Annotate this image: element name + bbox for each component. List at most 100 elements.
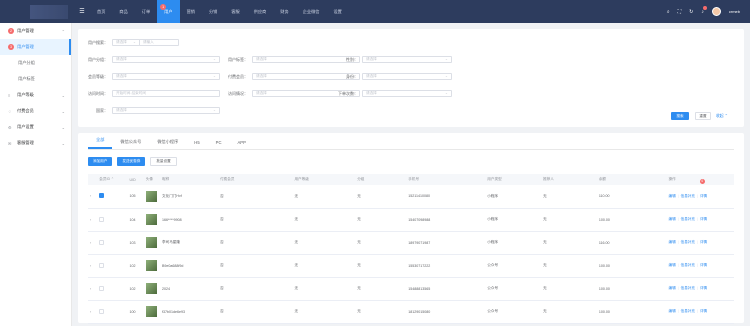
sidebar-item-0-2[interactable]: 用户标签: [0, 71, 71, 87]
info-link[interactable]: 信息补充: [681, 240, 695, 244]
nav-item-0[interactable]: 首页: [90, 0, 112, 23]
search-icon[interactable]: ⌕: [667, 9, 670, 15]
row-checkbox[interactable]: [99, 193, 105, 199]
avatar: [145, 214, 157, 225]
avatar[interactable]: [711, 7, 721, 16]
notification-icon[interactable]: ♪: [701, 5, 707, 15]
info-link[interactable]: 信息补充: [681, 217, 695, 221]
action-button-2[interactable]: 批量设置: [150, 157, 177, 166]
name-cell: B9e0a688f9d: [160, 254, 219, 278]
sidebar-group-0[interactable]: 2 用户管理 ⌃: [0, 23, 71, 39]
edit-link[interactable]: 编辑: [669, 194, 676, 198]
tab-5[interactable]: APP: [229, 140, 253, 149]
collapse-link[interactable]: 收起 ⌃: [716, 113, 728, 119]
expand-icon[interactable]: ›: [88, 254, 98, 278]
ref-cell: 无: [541, 208, 597, 232]
more-link[interactable]: 详情: [700, 309, 707, 313]
row-checkbox[interactable]: [99, 285, 105, 291]
checkbox-cell: [97, 185, 128, 209]
edit-link[interactable]: 编辑: [669, 286, 676, 290]
chevron-icon: ⌄: [61, 108, 65, 114]
action-button-0[interactable]: 添加用户: [88, 157, 113, 166]
column-header[interactable]: 会员ID ⌃: [97, 174, 128, 185]
more-link[interactable]: 详情: [700, 263, 707, 267]
filter-select[interactable]: 请选择 ⌄: [362, 56, 452, 63]
edit-link[interactable]: 编辑: [669, 309, 676, 313]
expand-icon[interactable]: ›: [88, 208, 98, 232]
more-link[interactable]: 详情: [700, 286, 707, 290]
action-button-1[interactable]: 发送优惠券: [117, 157, 146, 166]
search-type-select[interactable]: 请选择 ⌄: [112, 39, 140, 46]
info-link[interactable]: 信息补充: [681, 263, 695, 267]
filter-select[interactable]: 请选择 ⌄: [112, 107, 220, 114]
column-header: 手机号: [406, 174, 486, 185]
more-link[interactable]: 详情: [700, 217, 707, 221]
reset-button[interactable]: 重置: [695, 112, 711, 120]
filter-select[interactable]: 请选择 ⌄: [112, 73, 220, 80]
settings-icon: ⚙: [8, 124, 12, 130]
refresh-icon[interactable]: ↻: [689, 9, 693, 15]
nav-item-1[interactable]: 商品: [112, 0, 134, 23]
search-input[interactable]: 请输入: [139, 39, 179, 46]
nav-item-8[interactable]: 财务: [273, 0, 295, 23]
info-link[interactable]: 信息补充: [681, 194, 695, 198]
row-checkbox[interactable]: [99, 262, 105, 268]
expand-icon[interactable]: ›: [88, 231, 98, 255]
info-link[interactable]: 信息补充: [681, 309, 695, 313]
nav-item-5[interactable]: 分销: [202, 0, 224, 23]
row-checkbox[interactable]: [99, 308, 105, 314]
group-cell: 无: [355, 300, 407, 324]
balance-cell: 100.00: [596, 277, 667, 301]
tab-3[interactable]: H5: [186, 140, 207, 149]
filter-select[interactable]: 请选择 ⌄: [112, 56, 220, 63]
filter-select[interactable]: 请选择 ⌄: [362, 73, 452, 80]
chevron-down-icon: ⌄: [444, 91, 448, 95]
filter-label: 访问时间：: [88, 90, 108, 96]
nav-item-9[interactable]: 企业微信: [296, 0, 327, 23]
nav-item-3[interactable]: 用户 1: [157, 0, 180, 23]
avatar-cell: [143, 231, 161, 255]
menu-toggle-icon[interactable]: ☰: [78, 8, 86, 15]
nav-item-10[interactable]: 设置: [326, 0, 348, 23]
row-checkbox[interactable]: [99, 239, 105, 245]
more-link[interactable]: 详情: [700, 194, 707, 198]
sidebar-group-1[interactable]: ≡ 用户等级 ⌄: [0, 87, 71, 103]
sidebar-group-4[interactable]: ✉ 客服管理 ⌄: [0, 135, 71, 151]
edit-link[interactable]: 编辑: [669, 240, 676, 244]
search-button[interactable]: 搜索: [671, 112, 689, 120]
tab-4[interactable]: PC: [208, 140, 230, 149]
table-row: › 104 166****9908 否无无 15407098988 小程序无 100.00 编…: [88, 208, 734, 232]
chevron-icon: ⌄: [61, 124, 65, 130]
tab-0[interactable]: 全部: [88, 137, 113, 149]
nav-item-2[interactable]: 订单: [135, 0, 157, 23]
expand-icon[interactable]: ›: [88, 185, 98, 209]
separator: |: [696, 240, 699, 244]
tab-2[interactable]: 微信小程序: [149, 139, 186, 149]
service-icon: ✉: [8, 140, 12, 146]
edit-link[interactable]: 编辑: [669, 263, 676, 267]
filter-select[interactable]: 开始时间-结束时间: [112, 90, 220, 97]
row-checkbox[interactable]: [99, 216, 105, 222]
nav-item-6[interactable]: 客服: [224, 0, 246, 23]
info-link[interactable]: 信息补充: [681, 286, 695, 290]
more-link[interactable]: 详情: [700, 240, 707, 244]
checkbox-cell: [97, 300, 128, 324]
table-header: 会员ID ⌃ UID 头像 昵称 付费会员 用户等级 分组 手机号 用户类型 推荐人 余额 操作: [88, 174, 734, 185]
nav-item-7[interactable]: 供应商: [247, 0, 274, 23]
sidebar-group-label: 付费会员: [17, 108, 34, 113]
user-name[interactable]: crmeb: [729, 9, 740, 14]
filter-select[interactable]: 请选择 ⌄: [362, 90, 452, 97]
level-cell: 无: [292, 300, 356, 324]
expand-icon[interactable]: ›: [88, 277, 98, 301]
edit-link[interactable]: 编辑: [669, 217, 676, 221]
sidebar-item-0-1[interactable]: 用户分组: [0, 55, 71, 71]
sidebar-group-3[interactable]: ⚙ 用户设置 ⌄: [0, 119, 71, 135]
expand-icon[interactable]: ›: [88, 300, 98, 324]
vip-cell: 否: [218, 185, 293, 209]
fullscreen-icon[interactable]: ⛶: [678, 9, 682, 15]
nav-item-4[interactable]: 营销: [180, 0, 202, 23]
sidebar-item-0-0[interactable]: 3 用户管理: [0, 39, 71, 55]
sidebar-group-2[interactable]: ♢ 付费会员 ⌄: [0, 103, 71, 119]
tab-1[interactable]: 微信公众号: [112, 139, 149, 149]
column-header: 推荐人: [541, 174, 597, 185]
